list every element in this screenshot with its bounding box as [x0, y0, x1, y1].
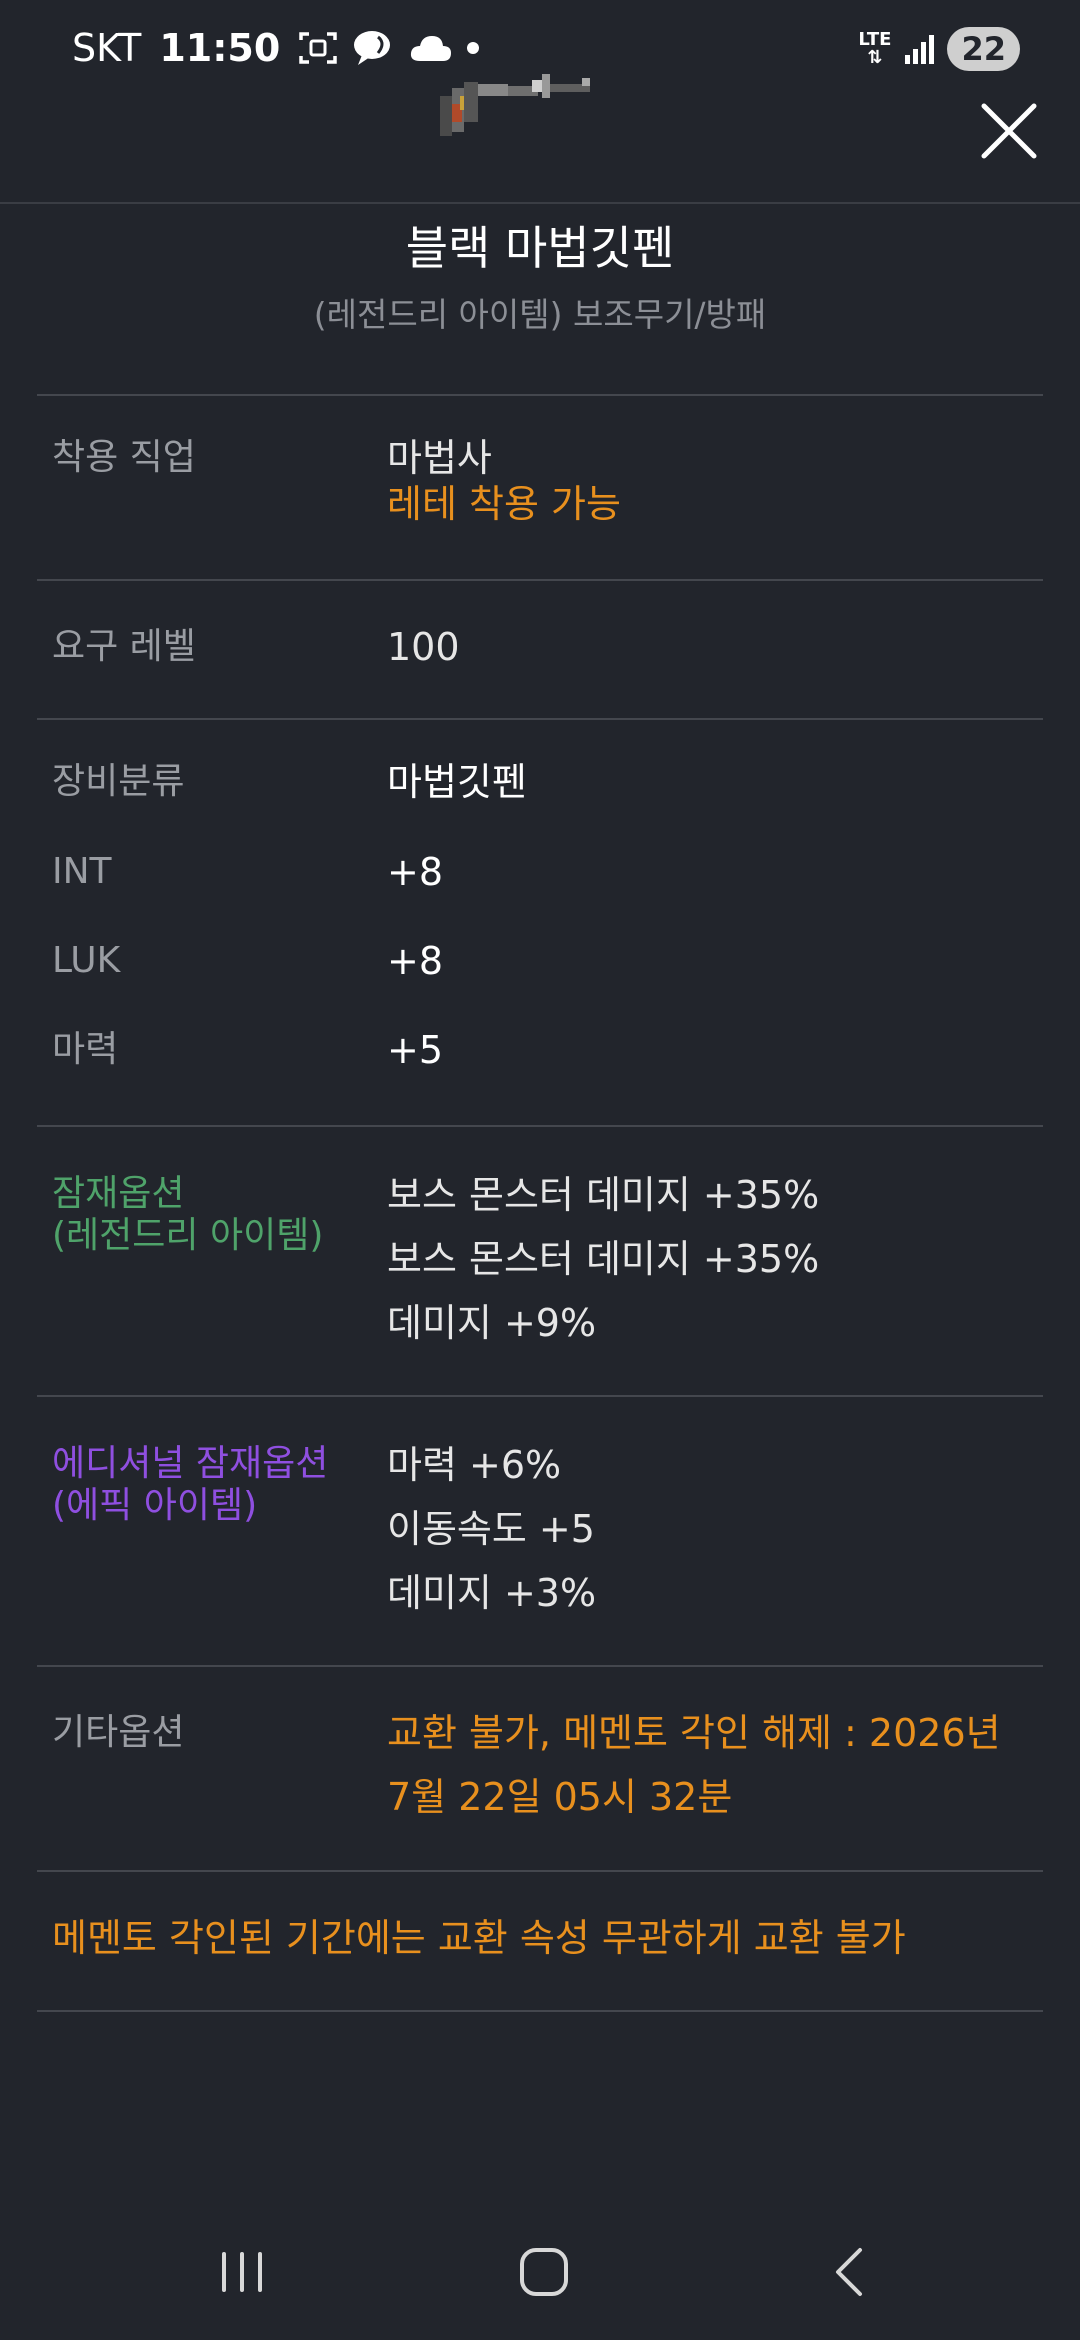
additional-label-line2: (에픽 아이템)	[52, 1485, 258, 1526]
close-button[interactable]	[978, 100, 1040, 162]
job-label: 착용 직업	[52, 437, 196, 478]
item-subtitle: (레전드리 아이템) 보조무기/방패	[313, 295, 767, 334]
home-button[interactable]	[518, 2246, 570, 2298]
section-etc-options: 기타옵션 교환 불가, 메멘토 각인 해제 : 2026년 7월 22일 05시…	[37, 1665, 1043, 1870]
section-potential: 잠재옵션 (레전드리 아이템) 보스 몬스터 데미지 +35% 보스 몬스터 데…	[37, 1125, 1043, 1395]
stat-label: LUK	[52, 940, 121, 981]
etc-value-line2: 7월 22일 05시 32분	[387, 1775, 733, 1819]
category-label: 장비분류	[52, 761, 185, 802]
section-notice: 메멘토 각인된 기간에는 교환 속성 무관하게 교환 불가	[37, 1870, 1043, 2012]
additional-label-line1: 에디셔널 잠재옵션	[52, 1443, 329, 1484]
stat-value: +8	[387, 850, 444, 894]
section-job: 착용 직업 마법사 레테 착용 가능	[37, 394, 1043, 579]
section-level: 요구 레벨 100	[37, 579, 1043, 718]
potential-label-line1: 잠재옵션	[52, 1173, 185, 1214]
item-image-quill	[440, 74, 590, 136]
system-navigation-bar	[0, 2220, 1080, 2340]
etc-label: 기타옵션	[52, 1712, 185, 1753]
stat-value: +5	[387, 1028, 444, 1072]
potential-label: 잠재옵션 (레전드리 아이템)	[52, 1173, 323, 1257]
section-equip: 장비분류 마법깃펜 INT +8 LUK +8 마력 +5	[37, 718, 1043, 1125]
item-detail-sections: 착용 직업 마법사 레테 착용 가능 요구 레벨 100 장비분류 마법깃펜 I…	[37, 394, 1043, 2012]
additional-option: 이동속도 +5	[387, 1507, 595, 1551]
memento-notice: 메멘토 각인된 기간에는 교환 속성 무관하게 교환 불가	[52, 1916, 906, 1960]
potential-option: 보스 몬스터 데미지 +35%	[387, 1173, 820, 1217]
stat-label: INT	[52, 851, 112, 892]
additional-option: 마력 +6%	[387, 1443, 562, 1487]
level-label: 요구 레벨	[52, 626, 196, 667]
category-value: 마법깃펜	[387, 760, 527, 804]
item-title-block: 블랙 마법깃펜 (레전드리 아이템) 보조무기/방패	[0, 214, 1080, 344]
additional-option: 데미지 +3%	[387, 1571, 597, 1615]
level-value: 100	[387, 625, 460, 669]
additional-potential-label: 에디셔널 잠재옵션 (에픽 아이템)	[52, 1443, 328, 1527]
stat-label: 마력	[52, 1029, 119, 1070]
dot-icon	[467, 42, 480, 54]
item-name: 블랙 마법깃펜	[405, 221, 675, 275]
stat-value: +8	[387, 939, 444, 983]
recent-apps-button[interactable]	[216, 2246, 268, 2298]
section-additional-potential: 에디셔널 잠재옵션 (에픽 아이템) 마력 +6% 이동속도 +5 데미지 +3…	[37, 1395, 1043, 1665]
job-value: 마법사	[387, 436, 492, 480]
potential-option: 데미지 +9%	[387, 1301, 597, 1345]
potential-option: 보스 몬스터 데미지 +35%	[387, 1237, 820, 1281]
cloud-icon	[411, 36, 452, 61]
etc-value-line1: 교환 불가, 메멘토 각인 해제 : 2026년	[387, 1711, 1001, 1755]
potential-label-line2: (레전드리 아이템)	[52, 1215, 324, 1256]
back-button[interactable]	[826, 2246, 878, 2298]
top-bar	[0, 60, 1080, 204]
job-note: 레테 착용 가능	[387, 482, 621, 526]
